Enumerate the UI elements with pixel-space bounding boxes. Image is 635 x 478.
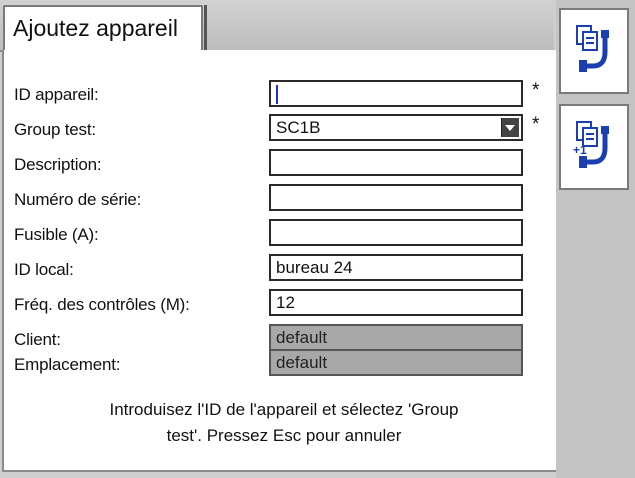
group-test-value: SC1B <box>276 118 321 137</box>
add-appliance-icon <box>576 25 609 72</box>
test-frequency-input[interactable]: 12 <box>269 289 523 316</box>
plus-one-badge: +1 <box>573 143 587 157</box>
chevron-down-icon[interactable] <box>501 118 519 137</box>
required-marker: * <box>532 114 540 135</box>
description-input[interactable] <box>269 149 523 176</box>
appliance-id-input[interactable] <box>269 80 523 107</box>
add-next-appliance-button[interactable]: +1 <box>559 104 629 190</box>
tab-edge <box>204 5 207 51</box>
label-group-test: Group test: <box>14 120 96 139</box>
label-client: Client: <box>14 330 61 349</box>
tab-add-appliance[interactable]: Ajoutez appareil <box>3 5 207 51</box>
tab-label: Ajoutez appareil <box>13 15 178 41</box>
label-serial-number: Numéro de série: <box>14 190 142 209</box>
group-test-select[interactable]: SC1B <box>269 114 523 141</box>
add-appliance-button[interactable] <box>559 8 629 94</box>
text-caret <box>276 85 278 104</box>
instruction-text: Introduisez l'ID de l'appareil et sélect… <box>64 397 504 449</box>
local-id-input[interactable]: bureau 24 <box>269 254 523 281</box>
label-test-frequency: Fréq. des contrôles (M): <box>14 295 190 314</box>
instruction-line-2: test'. Pressez Esc pour annuler <box>166 426 402 445</box>
label-local-id: ID local: <box>14 260 74 279</box>
serial-number-input[interactable] <box>269 184 523 211</box>
fuse-input[interactable] <box>269 219 523 246</box>
instruction-line-1: Introduisez l'ID de l'appareil et sélect… <box>109 400 459 419</box>
location-field: default <box>269 349 523 376</box>
add-appliance-screen: Ajoutez appareil ID appareil: * Group te… <box>0 0 635 478</box>
form-panel: ID appareil: * Group test: SC1B * Descri… <box>2 50 558 472</box>
label-location: Emplacement: <box>14 355 121 374</box>
add-appliance-plus-one-icon: +1 <box>573 121 609 168</box>
label-fuse: Fusible (A): <box>14 225 99 244</box>
label-description: Description: <box>14 155 102 174</box>
label-appliance-id: ID appareil: <box>14 85 99 104</box>
tab-strip: Ajoutez appareil <box>0 0 554 52</box>
required-marker: * <box>532 80 540 101</box>
client-field: default <box>269 324 523 351</box>
softkey-sidebar: +1 <box>556 0 635 478</box>
